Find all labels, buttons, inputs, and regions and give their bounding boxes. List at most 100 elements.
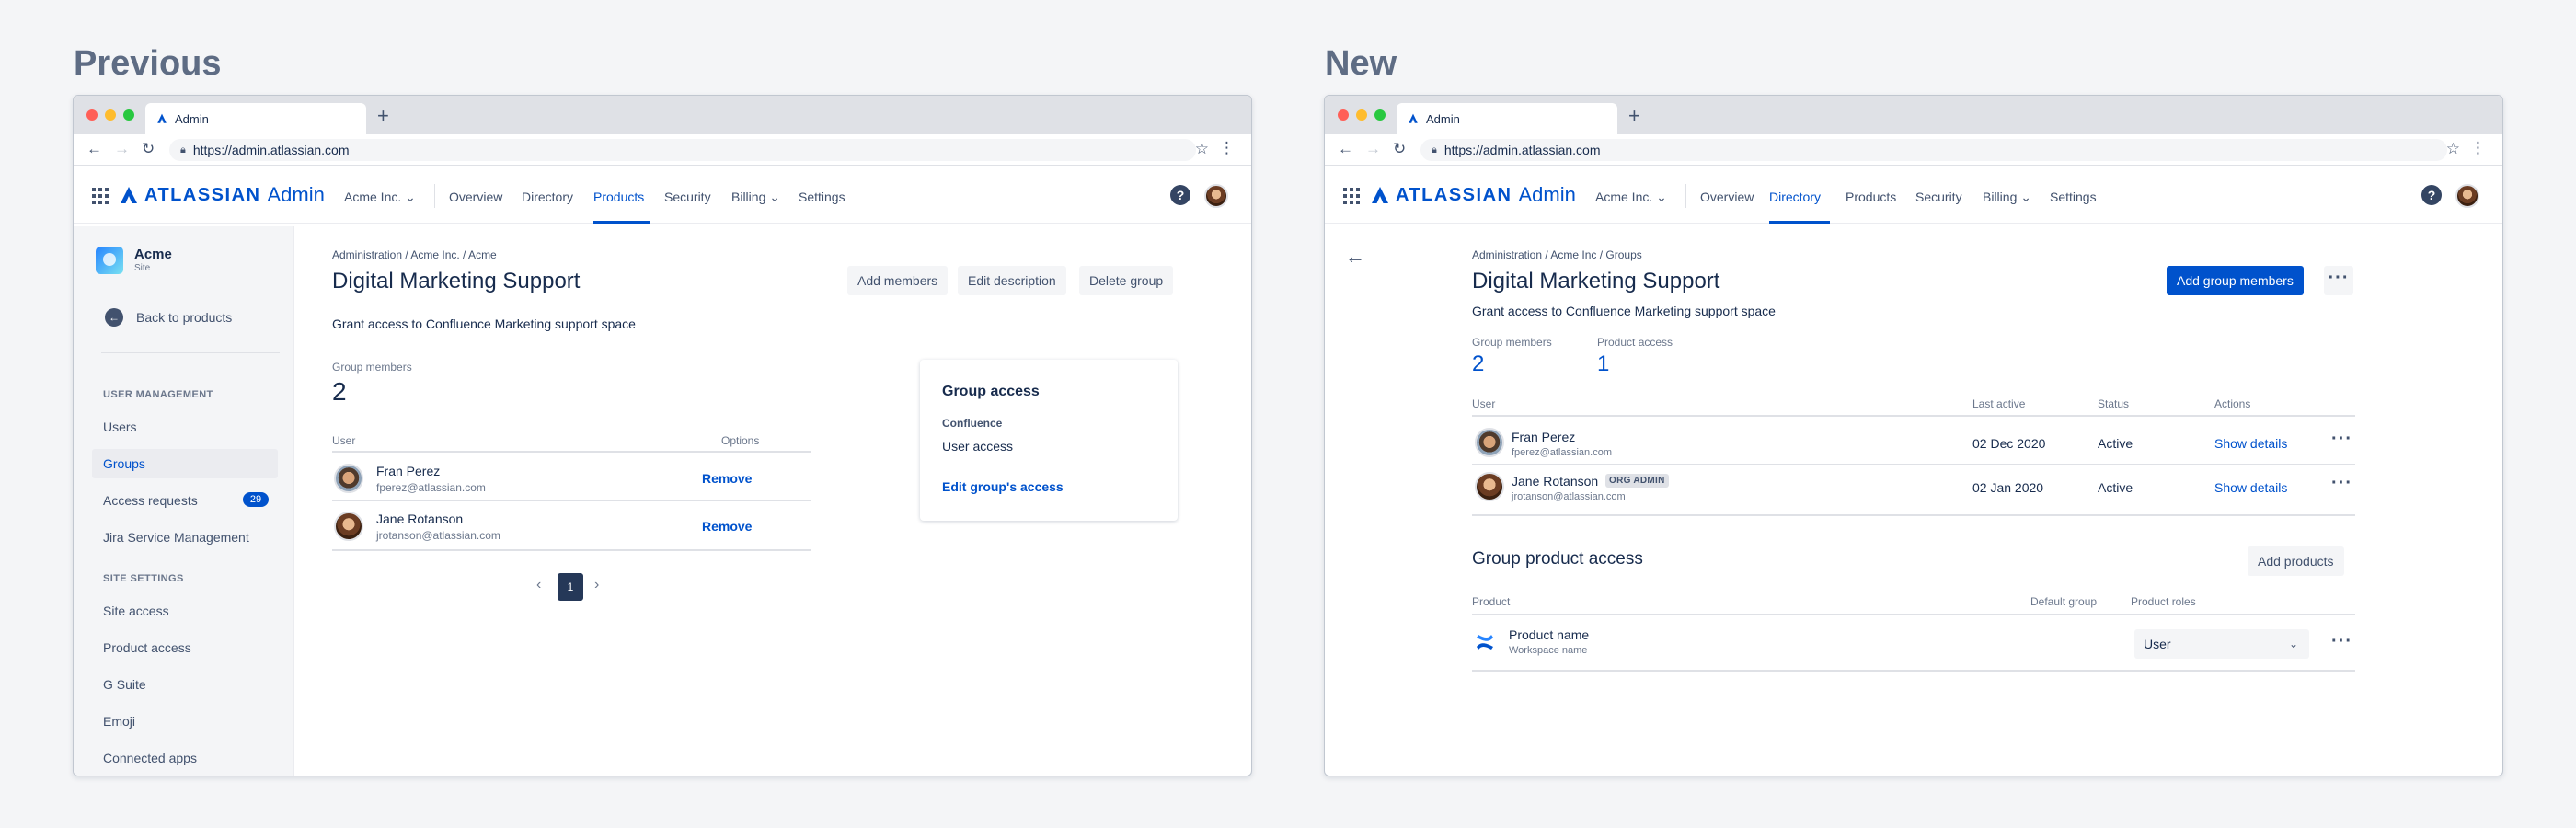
sidebar-item-users[interactable]: Users: [103, 420, 137, 434]
product-role-select[interactable]: User ⌄: [2134, 629, 2309, 659]
back-to-products-link[interactable]: Back to products: [136, 310, 232, 325]
group-members-count[interactable]: 2: [1472, 351, 1484, 377]
profile-avatar[interactable]: [1204, 184, 1228, 208]
url-text: https://admin.atlassian.com: [192, 143, 350, 157]
help-icon[interactable]: ?: [2421, 185, 2442, 205]
product-name: Product name: [1509, 627, 1590, 642]
close-window-button[interactable]: [86, 109, 98, 121]
browser-tab[interactable]: Admin: [145, 103, 366, 134]
delete-group-button[interactable]: Delete group: [1079, 266, 1174, 295]
nav-security[interactable]: Security: [1915, 190, 1962, 204]
table-header-rule: [332, 451, 811, 453]
browser-menu-icon[interactable]: ⋮: [1219, 139, 1235, 157]
edit-group-access-link[interactable]: Edit group's access: [942, 479, 1064, 494]
pagination-current-page[interactable]: 1: [558, 573, 583, 601]
back-arrow-icon[interactable]: ←: [86, 140, 102, 158]
maximize-window-button[interactable]: [123, 109, 134, 121]
nav-directory[interactable]: Directory: [1769, 190, 1821, 204]
nav-overview[interactable]: Overview: [1700, 190, 1754, 204]
page-title: Digital Marketing Support: [1472, 269, 1720, 293]
forward-arrow-icon[interactable]: →: [1365, 140, 1381, 158]
breadcrumb[interactable]: Administration / Acme Inc / Groups: [1472, 248, 1642, 261]
brand-name: ATLASSIAN: [144, 184, 261, 205]
add-products-button[interactable]: Add products: [2248, 546, 2344, 576]
sidebar-item-g-suite[interactable]: G Suite: [103, 677, 146, 692]
add-members-button[interactable]: Add members: [847, 266, 949, 295]
pagination-next-icon[interactable]: ›: [594, 577, 599, 593]
close-window-button[interactable]: [1338, 109, 1349, 121]
pagination-prev-icon[interactable]: ‹: [536, 577, 541, 593]
remove-user-link[interactable]: Remove: [702, 519, 752, 534]
atlassian-admin-logo[interactable]: ATLASSIAN Admin: [120, 183, 325, 207]
sidebar: Acme Site ← Back to products USER MANAGE…: [74, 226, 294, 776]
reload-icon[interactable]: ↻: [1393, 140, 1406, 158]
edit-description-button[interactable]: Edit description: [958, 266, 1066, 295]
column-header-default-group: Default group: [2030, 595, 2098, 608]
active-nav-underline: [593, 221, 650, 224]
user-name: Fran Perez: [376, 464, 441, 478]
nav-settings[interactable]: Settings: [799, 190, 845, 204]
address-bar: ← → ↻ 🔒︎ https://admin.atlassian.com ☆ ⋮: [1325, 134, 2502, 166]
sidebar-item-access-requests[interactable]: Access requests: [103, 493, 198, 508]
user-name: Jane Rotanson: [1512, 474, 1599, 489]
nav-billing[interactable]: Billing ⌄: [1983, 190, 2031, 205]
minimize-window-button[interactable]: [1356, 109, 1367, 121]
nav-billing[interactable]: Billing ⌄: [731, 190, 780, 205]
sidebar-item-groups[interactable]: Groups: [92, 449, 278, 478]
help-icon[interactable]: ?: [1170, 185, 1190, 205]
nav-products[interactable]: Products: [1846, 190, 1896, 204]
breadcrumb[interactable]: Administration / Acme Inc. / Acme: [332, 248, 497, 261]
new-tab-button[interactable]: +: [377, 104, 389, 128]
remove-user-link[interactable]: Remove: [702, 471, 752, 486]
more-actions-button[interactable]: ···: [2324, 266, 2353, 295]
back-arrow-icon[interactable]: ←: [1338, 140, 1353, 158]
group-members-label: Group members: [332, 361, 412, 374]
back-arrow-icon[interactable]: ←: [1345, 245, 1365, 269]
product-access-count[interactable]: 1: [1597, 351, 1609, 377]
row-more-icon[interactable]: ···: [2331, 429, 2352, 450]
nav-settings[interactable]: Settings: [2050, 190, 2097, 204]
show-details-link[interactable]: Show details: [2214, 480, 2287, 495]
row-more-icon[interactable]: ···: [2331, 473, 2352, 494]
add-group-members-button[interactable]: Add group members: [2167, 266, 2304, 295]
sidebar-item-connected-apps[interactable]: Connected apps: [103, 751, 197, 765]
bookmark-star-icon[interactable]: ☆: [2446, 140, 2460, 158]
reload-icon[interactable]: ↻: [142, 140, 155, 158]
nav-products[interactable]: Products: [593, 190, 644, 204]
group-product-access-title: Group product access: [1472, 549, 1643, 569]
url-text: https://admin.atlassian.com: [1443, 143, 1601, 157]
minimize-window-button[interactable]: [105, 109, 116, 121]
sidebar-item-jira-service-management[interactable]: Jira Service Management: [103, 530, 249, 545]
maximize-window-button[interactable]: [1374, 109, 1386, 121]
table-header-rule: [1472, 415, 2355, 417]
atlassian-logo-icon: [1372, 187, 1388, 203]
back-circle-icon[interactable]: ←: [105, 308, 123, 327]
access-product-name: Confluence: [942, 417, 1003, 430]
table-bottom-rule: [1472, 514, 2355, 516]
nav-security[interactable]: Security: [664, 190, 711, 204]
org-selector[interactable]: Acme Inc. ⌄: [344, 190, 416, 205]
app-switcher-icon[interactable]: [1343, 188, 1360, 204]
forward-arrow-icon[interactable]: →: [114, 140, 130, 158]
browser-tab-title: Admin: [1426, 111, 1460, 126]
site-type: Site: [134, 263, 151, 273]
user-email: jrotanson@atlassian.com: [1512, 491, 1626, 502]
show-details-link[interactable]: Show details: [2214, 436, 2287, 451]
product-row-more-icon[interactable]: ···: [2331, 631, 2352, 652]
atlassian-admin-logo[interactable]: ATLASSIAN Admin: [1371, 183, 1576, 207]
app-switcher-icon[interactable]: [92, 188, 109, 204]
bookmark-star-icon[interactable]: ☆: [1195, 140, 1209, 158]
sidebar-item-product-access[interactable]: Product access: [103, 640, 191, 655]
nav-overview[interactable]: Overview: [449, 190, 502, 204]
url-field[interactable]: 🔒︎ https://admin.atlassian.com: [1420, 139, 2447, 161]
browser-menu-icon[interactable]: ⋮: [2470, 139, 2486, 157]
org-selector[interactable]: Acme Inc. ⌄: [1595, 190, 1667, 205]
nav-directory[interactable]: Directory: [522, 190, 573, 204]
browser-tab[interactable]: Admin: [1397, 103, 1617, 134]
new-tab-button[interactable]: +: [1628, 104, 1640, 128]
user-avatar: [1475, 428, 1504, 457]
sidebar-item-emoji[interactable]: Emoji: [103, 714, 135, 729]
sidebar-item-site-access[interactable]: Site access: [103, 604, 169, 618]
url-field[interactable]: 🔒︎ https://admin.atlassian.com: [169, 139, 1196, 161]
profile-avatar[interactable]: [2455, 184, 2479, 208]
